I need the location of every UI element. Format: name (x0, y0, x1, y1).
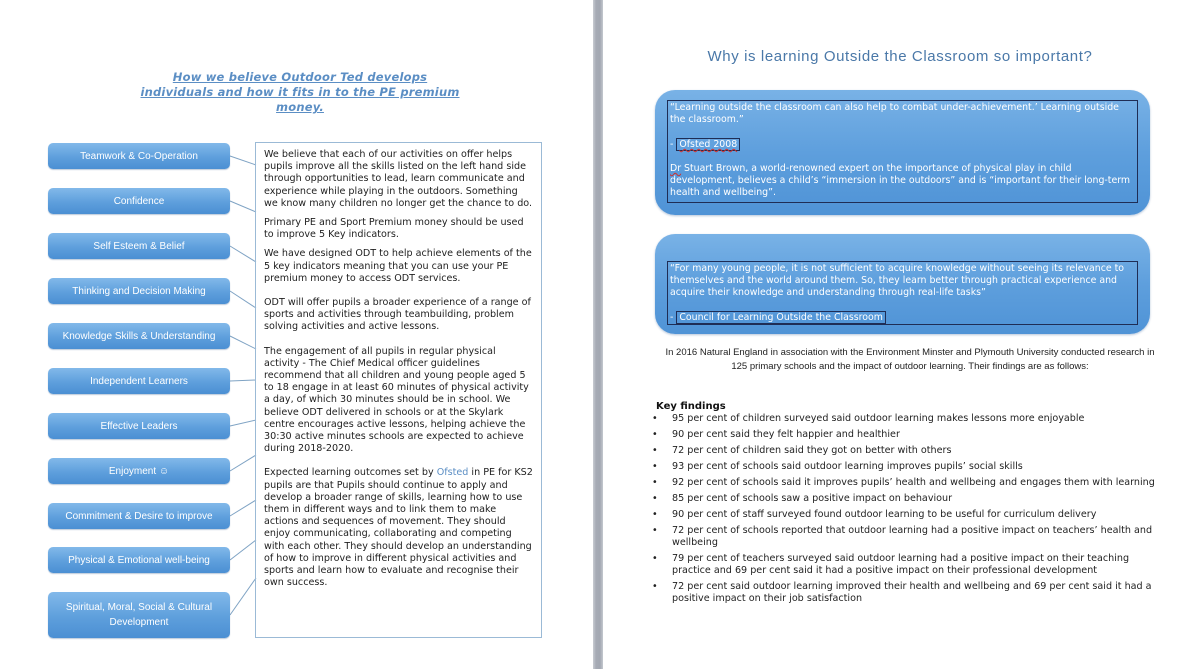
connector-line (229, 155, 257, 166)
key-finding-text: 90 per cent of staff surveyed found outd… (672, 509, 1097, 520)
paragraph-skills: We believe that each of our activities o… (264, 149, 533, 209)
bullet-icon: • (652, 493, 658, 504)
key-finding-item: • 92 per cent of schools said it improves… (650, 477, 1155, 489)
research-intro: In 2016 Natural England in association w… (665, 347, 1155, 372)
description-text-box: We believe that each of our activities o… (255, 142, 542, 638)
right-page-title: Why is learning Outside the Classroom so… (707, 48, 1093, 65)
key-finding-item: • 85 per cent of schools saw a positive i… (650, 493, 1155, 505)
skill-box: Self Esteem & Belief (48, 233, 230, 259)
skill-box: Effective Leaders (48, 413, 230, 439)
key-finding-item: • 72 per cent said outdoor learning impro… (650, 581, 1155, 605)
quote-source-line: - Council for Learning Outside the Class… (670, 311, 1135, 324)
quote-source: Council for Learning Outside the Classro… (676, 311, 886, 324)
expert-title: Dr (670, 163, 682, 174)
key-finding-text: 79 per cent of teachers surveyed said ou… (672, 553, 1130, 576)
quote-source: Ofsted 2008 (676, 138, 741, 151)
key-finding-text: 72 per cent said outdoor learning improv… (672, 581, 1152, 604)
outcomes-text-end: in PE for KS2 pupils are that Pupils sho… (264, 467, 533, 589)
paragraph-odt-design: We have designed ODT to help achieve ele… (264, 248, 532, 284)
bullet-icon: • (652, 553, 658, 564)
paragraph-odt-offer: ODT will offer pupils a broader experien… (264, 297, 531, 333)
bullet-icon: • (652, 581, 658, 592)
key-finding-text: 72 per cent of schools reported that out… (672, 525, 1153, 548)
quote-text-box[interactable]: “Learning outside the classroom can also… (667, 100, 1138, 203)
connector-line (229, 335, 257, 350)
quote-card-ofsted: “Learning outside the classroom can also… (655, 90, 1150, 215)
connector-line (229, 454, 257, 472)
key-finding-item: • 79 per cent of teachers surveyed said o… (650, 553, 1155, 577)
skill-box: Confidence (48, 188, 230, 214)
bullet-icon: • (652, 525, 658, 536)
page-divider (593, 0, 603, 669)
outcomes-text-start: Expected learning outcomes set by (264, 467, 437, 479)
connector-line (229, 577, 257, 616)
connector-line (229, 200, 257, 213)
bullet-icon: • (652, 429, 658, 440)
bullet-icon: • (652, 413, 658, 424)
connector-line (229, 419, 257, 427)
key-finding-item: • 72 per cent of children said they got o… (650, 445, 1155, 457)
paragraph-engagement: The engagement of all pupils in regular … (264, 345, 529, 455)
key-finding-item: • 72 per cent of schools reported that ou… (650, 525, 1155, 549)
connector-line (229, 290, 257, 309)
key-findings-list: • 95 per cent of children surveyed said o… (650, 413, 1155, 609)
key-finding-text: 90 per cent said they felt happier and h… (672, 429, 900, 440)
skill-box: Independent Learners (48, 368, 230, 394)
quote-text-box[interactable]: “For many young people, it is not suffic… (667, 261, 1138, 325)
skill-box: Knowledge Skills & Understanding (48, 323, 230, 349)
expert-quote-text: Stuart Brown, a world-renowned expert on… (670, 163, 1131, 198)
skill-box: Spiritual, Moral, Social & Cultural Deve… (48, 592, 230, 638)
key-finding-text: 85 per cent of schools saw a positive im… (672, 493, 953, 504)
expert-quote: Dr Stuart Brown, a world-renowned expert… (670, 163, 1135, 199)
quote-card-council: “For many young people, it is not suffic… (655, 234, 1150, 334)
key-finding-text: 92 per cent of schools said it improves … (672, 477, 1155, 488)
connector-line (229, 499, 257, 517)
bullet-icon: • (652, 445, 658, 456)
paragraph-learning-outcomes: Expected learning outcomes set by Ofsted… (264, 467, 533, 589)
skill-box: Commitment & Desire to improve (48, 503, 230, 529)
key-finding-text: 93 per cent of schools said outdoor lear… (672, 461, 1023, 472)
quote-text: “Learning outside the classroom can also… (670, 102, 1119, 125)
key-finding-item: • 90 per cent of staff surveyed found out… (650, 509, 1155, 521)
key-finding-item: • 93 per cent of schools said outdoor lea… (650, 461, 1155, 473)
skill-box: Thinking and Decision Making (48, 278, 230, 304)
quote-text: “For many young people, it is not suffic… (670, 263, 1125, 298)
skill-box: Physical & Emotional well-being (48, 547, 230, 573)
quote-source-line: - Ofsted 2008 (670, 138, 1135, 151)
connector-line (229, 379, 257, 382)
skill-box: Enjoyment ☺ (48, 458, 230, 484)
key-findings-heading: Key findings (656, 401, 726, 412)
key-finding-item: • 90 per cent said they felt happier and … (650, 429, 1155, 441)
paragraph-premium: Primary PE and Sport Premium money shoul… (264, 217, 524, 241)
left-page-title: How we believe Outdoor Ted develops indi… (140, 70, 460, 114)
key-finding-item: • 95 per cent of children surveyed said o… (650, 413, 1155, 425)
key-finding-text: 95 per cent of children surveyed said ou… (672, 413, 1085, 424)
connector-line (229, 539, 257, 561)
bullet-icon: • (652, 509, 658, 520)
bullet-icon: • (652, 477, 658, 488)
left-page: How we believe Outdoor Ted develops indi… (0, 0, 593, 669)
bullet-icon: • (652, 461, 658, 472)
skill-box: Teamwork & Co-Operation (48, 143, 230, 169)
connector-line (229, 245, 257, 263)
key-finding-text: 72 per cent of children said they got on… (672, 445, 952, 456)
ofsted-link[interactable]: Ofsted (437, 467, 469, 478)
